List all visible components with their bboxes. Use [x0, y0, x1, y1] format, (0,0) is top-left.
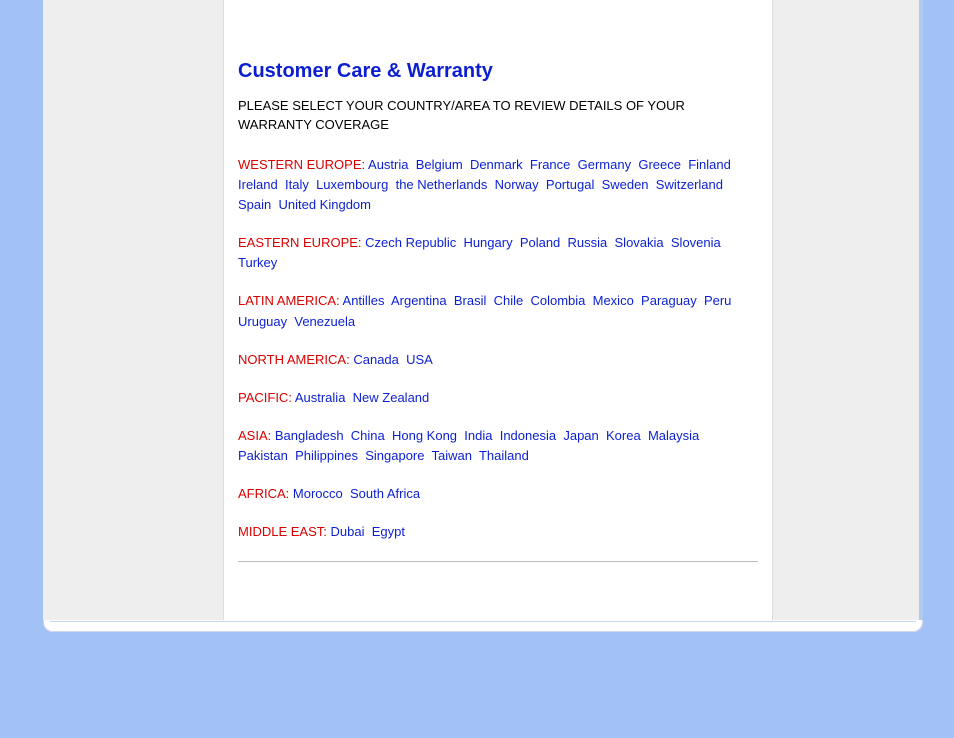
country-link[interactable]: United Kingdom [278, 197, 371, 212]
region-label: NORTH AMERICA: [238, 352, 350, 367]
country-link[interactable]: Korea [606, 428, 641, 443]
region-label: LATIN AMERICA: [238, 293, 340, 308]
country-link[interactable]: Paraguay [641, 293, 697, 308]
country-link[interactable]: Belgium [416, 157, 463, 172]
country-link[interactable]: New Zealand [353, 390, 430, 405]
country-link[interactable]: Peru [704, 293, 731, 308]
country-link[interactable]: Russia [568, 235, 608, 250]
region-block: LATIN AMERICA: Antilles Argentina Brasil… [238, 291, 758, 331]
country-link[interactable]: Finland [688, 157, 731, 172]
country-link[interactable]: Australia [295, 390, 346, 405]
country-link[interactable]: South Africa [350, 486, 420, 501]
country-link[interactable]: India [464, 428, 492, 443]
country-link[interactable]: Chile [494, 293, 524, 308]
region-block: AFRICA: Morocco South Africa [238, 484, 758, 504]
country-link[interactable]: Portugal [546, 177, 594, 192]
country-link[interactable]: Poland [520, 235, 560, 250]
decor-stripe-right [919, 0, 923, 620]
country-link[interactable]: Morocco [293, 486, 343, 501]
bottom-rule [50, 621, 916, 622]
region-label: PACIFIC: [238, 390, 292, 405]
country-link[interactable]: Egypt [372, 524, 405, 539]
country-link[interactable]: Austria [368, 157, 408, 172]
country-link[interactable]: Mexico [593, 293, 634, 308]
main-content: Customer Care & Warranty PLEASE SELECT Y… [224, 0, 772, 620]
country-link[interactable]: Brasil [454, 293, 487, 308]
divider [238, 561, 758, 562]
region-block: NORTH AMERICA: Canada USA [238, 350, 758, 370]
country-link[interactable]: Norway [495, 177, 539, 192]
country-link[interactable]: Sweden [602, 177, 649, 192]
country-link[interactable]: Canada [353, 352, 399, 367]
country-link[interactable]: Turkey [238, 255, 277, 270]
country-link[interactable]: USA [406, 352, 433, 367]
country-link[interactable]: Spain [238, 197, 271, 212]
country-link[interactable]: Denmark [470, 157, 523, 172]
instruction-text: PLEASE SELECT YOUR COUNTRY/AREA TO REVIE… [238, 97, 758, 135]
page-title: Customer Care & Warranty [238, 60, 758, 83]
country-link[interactable]: Argentina [391, 293, 447, 308]
country-link[interactable]: Greece [638, 157, 681, 172]
region-block: EASTERN EUROPE: Czech Republic Hungary P… [238, 233, 758, 273]
left-sidebar [43, 0, 224, 620]
country-link[interactable]: Singapore [365, 448, 424, 463]
region-list: WESTERN EUROPE: Austria Belgium Denmark … [238, 155, 758, 543]
country-link[interactable]: China [351, 428, 385, 443]
region-block: ASIA: Bangladesh China Hong Kong India I… [238, 426, 758, 466]
country-link[interactable]: Germany [578, 157, 631, 172]
country-link[interactable]: Taiwan [432, 448, 472, 463]
country-link[interactable]: Japan [563, 428, 598, 443]
region-block: MIDDLE EAST: Dubai Egypt [238, 522, 758, 542]
country-link[interactable]: Slovenia [671, 235, 721, 250]
country-link[interactable]: Malaysia [648, 428, 699, 443]
country-link[interactable]: Uruguay [238, 314, 287, 329]
region-label: WESTERN EUROPE: [238, 157, 365, 172]
country-link[interactable]: the Netherlands [396, 177, 488, 192]
country-link[interactable]: Switzerland [656, 177, 723, 192]
country-link[interactable]: Italy [285, 177, 309, 192]
country-link[interactable]: Dubai [330, 524, 364, 539]
country-link[interactable]: Thailand [479, 448, 529, 463]
country-link[interactable]: Slovakia [615, 235, 664, 250]
country-link[interactable]: Bangladesh [275, 428, 344, 443]
country-link[interactable]: France [530, 157, 570, 172]
country-link[interactable]: Hong Kong [392, 428, 457, 443]
country-link[interactable]: Colombia [530, 293, 585, 308]
region-block: PACIFIC: Australia New Zealand [238, 388, 758, 408]
country-link[interactable]: Czech Republic [365, 235, 456, 250]
country-link[interactable]: Venezuela [294, 314, 355, 329]
country-link[interactable]: Antilles [343, 293, 385, 308]
country-link[interactable]: Indonesia [500, 428, 556, 443]
region-label: MIDDLE EAST: [238, 524, 327, 539]
country-link[interactable]: Pakistan [238, 448, 288, 463]
region-block: WESTERN EUROPE: Austria Belgium Denmark … [238, 155, 758, 215]
region-label: EASTERN EUROPE: [238, 235, 362, 250]
right-sidebar [772, 0, 923, 620]
country-link[interactable]: Luxembourg [316, 177, 388, 192]
country-link[interactable]: Ireland [238, 177, 278, 192]
region-label: ASIA: [238, 428, 271, 443]
country-link[interactable]: Philippines [295, 448, 358, 463]
region-label: AFRICA: [238, 486, 289, 501]
country-link[interactable]: Hungary [463, 235, 512, 250]
